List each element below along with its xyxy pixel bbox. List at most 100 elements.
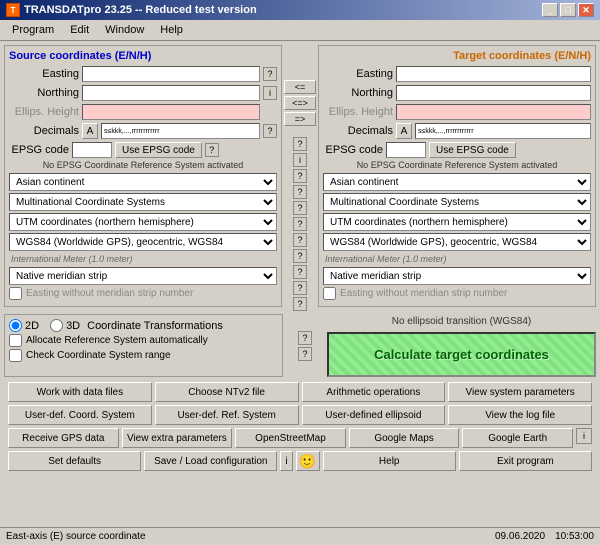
target-epsg-input[interactable]: [386, 142, 426, 158]
decimals-label: Decimals: [9, 125, 79, 137]
target-datum-dropdown[interactable]: WGS84 (Worldwide GPS), geocentric, WGS84: [323, 233, 591, 251]
view-extra-params-btn[interactable]: View extra parameters: [122, 428, 233, 448]
target-height-input[interactable]: [396, 104, 591, 120]
easting-help-btn[interactable]: ?: [263, 67, 277, 81]
menu-program[interactable]: Program: [4, 22, 62, 38]
source-use-epsg-btn[interactable]: Use EPSG code: [115, 142, 202, 158]
calculate-label: Calculate target coordinates: [374, 347, 549, 362]
save-load-config-btn[interactable]: Save / Load configuration: [144, 451, 277, 471]
bottom-info-btn[interactable]: i: [280, 451, 292, 471]
source-utm-dropdown[interactable]: UTM coordinates (northern hemisphere): [9, 213, 277, 231]
epsg-label-tgt: EPSG code: [323, 144, 383, 156]
target-panel-title: Target coordinates (E/N/H): [323, 50, 591, 62]
title-text: TRANSDATpro 23.25 -- Reduced test versio…: [24, 4, 257, 16]
target-easting-checkbox[interactable]: [323, 287, 336, 300]
target-panel: Target coordinates (E/N/H) Easting North…: [318, 45, 596, 307]
opt-q-btn2[interactable]: ?: [298, 347, 312, 361]
target-northing-input[interactable]: [396, 85, 591, 101]
mid-q-btn9[interactable]: ?: [293, 281, 307, 295]
decimals-a-btn[interactable]: A: [82, 123, 98, 139]
source-datum-dropdown[interactable]: WGS84 (Worldwide GPS), geocentric, WGS84: [9, 233, 277, 251]
check-range-label: Check Coordinate System range: [26, 350, 171, 361]
target-meridian-dropdown[interactable]: Native meridian strip: [323, 267, 591, 285]
source-easting-checkbox[interactable]: [9, 287, 22, 300]
radio-2d[interactable]: [9, 319, 22, 332]
epsg-src-help-btn[interactable]: ?: [205, 143, 219, 157]
menu-edit[interactable]: Edit: [62, 22, 97, 38]
mid-q-btn6[interactable]: ?: [293, 233, 307, 247]
minimize-button[interactable]: _: [542, 3, 558, 17]
radio-3d-label: 3D: [66, 320, 80, 332]
source-height-input[interactable]: [82, 104, 260, 120]
nav-left-btn[interactable]: <=: [284, 80, 316, 94]
source-region-dropdown[interactable]: Asian continent: [9, 173, 277, 191]
source-easting-input[interactable]: [82, 66, 260, 82]
nav-right-btn[interactable]: =>: [284, 112, 316, 126]
allocate-checkbox[interactable]: [9, 334, 22, 347]
decimals-help-btn[interactable]: ?: [263, 124, 277, 138]
source-northing-input[interactable]: [82, 85, 260, 101]
close-button[interactable]: ✕: [578, 3, 594, 17]
source-meridian-dropdown[interactable]: Native meridian strip: [9, 267, 277, 285]
check-range-checkbox[interactable]: [9, 349, 22, 362]
user-ref-sys-btn[interactable]: User-def. Ref. System: [155, 405, 299, 425]
user-ellipsoid-btn[interactable]: User-defined ellipsoid: [302, 405, 446, 425]
menu-help[interactable]: Help: [152, 22, 191, 38]
epsg-label-src: EPSG code: [9, 144, 69, 156]
openstreetmap-btn[interactable]: OpenStreetMap: [235, 428, 346, 448]
radio-3d[interactable]: [50, 319, 63, 332]
target-easting-input[interactable]: [396, 66, 591, 82]
mid-q-btn3[interactable]: ?: [293, 185, 307, 199]
target-ellips-height-label: Ellips. Height: [323, 106, 393, 118]
source-coord-system-dropdown[interactable]: Multinational Coordinate Systems: [9, 193, 277, 211]
help-btn[interactable]: Help: [323, 451, 456, 471]
allocate-label: Allocate Reference System automatically: [26, 335, 208, 346]
source-panel-title: Source coordinates (E/N/H): [9, 50, 277, 62]
target-region-dropdown[interactable]: Asian continent: [323, 173, 591, 191]
target-easting-label: Easting: [323, 68, 393, 80]
view-sys-params-btn[interactable]: View system parameters: [448, 382, 592, 402]
exit-btn[interactable]: Exit program: [459, 451, 592, 471]
mid-q-btn5[interactable]: ?: [293, 217, 307, 231]
target-decimals-label: Decimals: [323, 125, 393, 137]
status-bar: East-axis (E) source coordinate 09.06.20…: [0, 527, 600, 545]
mid-q-btn1[interactable]: ?: [293, 137, 307, 151]
menu-window[interactable]: Window: [97, 22, 152, 38]
target-decimals-a-btn[interactable]: A: [396, 123, 412, 139]
arithmetic-ops-btn[interactable]: Arithmetic operations: [302, 382, 446, 402]
mid-q-btn4[interactable]: ?: [293, 201, 307, 215]
northing-help-btn[interactable]: i: [263, 86, 277, 100]
target-coord-system-dropdown[interactable]: Multinational Coordinate Systems: [323, 193, 591, 211]
smiley-btn[interactable]: 🙂: [296, 451, 320, 471]
radio-label: Coordinate Transformations: [87, 320, 223, 332]
maximize-button[interactable]: □: [560, 3, 576, 17]
ellips-height-label: Ellips. Height: [9, 106, 79, 118]
no-ellipsoid-text: No ellipsoid transition (WGS84): [327, 314, 596, 329]
mid-q-btn8[interactable]: ?: [293, 265, 307, 279]
target-use-epsg-btn[interactable]: Use EPSG code: [429, 142, 516, 158]
mid-q-btn10[interactable]: ?: [293, 297, 307, 311]
google-maps-btn[interactable]: Google Maps: [349, 428, 460, 448]
menu-bar: Program Edit Window Help: [0, 20, 600, 41]
work-data-files-btn[interactable]: Work with data files: [8, 382, 152, 402]
user-coord-sys-btn[interactable]: User-def. Coord. System: [8, 405, 152, 425]
mid-i-btn[interactable]: i: [293, 153, 307, 167]
geo-info-btn[interactable]: i: [576, 428, 592, 444]
set-defaults-btn[interactable]: Set defaults: [8, 451, 141, 471]
opt-q-btn1[interactable]: ?: [298, 331, 312, 345]
target-northing-label: Northing: [323, 87, 393, 99]
source-epsg-input[interactable]: [72, 142, 112, 158]
google-earth-btn[interactable]: Google Earth: [462, 428, 573, 448]
view-log-btn[interactable]: View the log file: [448, 405, 592, 425]
mid-q-btn7[interactable]: ?: [293, 249, 307, 263]
decimals-display: s≤kkk,...,rrrrrrrrrrrr: [101, 123, 260, 139]
target-epsg-status: No EPSG Coordinate Reference System acti…: [323, 160, 591, 170]
target-utm-dropdown[interactable]: UTM coordinates (northern hemisphere): [323, 213, 591, 231]
status-text: East-axis (E) source coordinate: [6, 531, 146, 542]
receive-gps-btn[interactable]: Receive GPS data: [8, 428, 119, 448]
mid-q-btn2[interactable]: ?: [293, 169, 307, 183]
target-decimals-display: s≤kkk,...,rrrrrrrrrrrr: [415, 123, 591, 139]
choose-ntv2-btn[interactable]: Choose NTv2 file: [155, 382, 299, 402]
calculate-button[interactable]: Calculate target coordinates: [327, 332, 596, 377]
nav-both-btn[interactable]: <=>: [284, 96, 316, 110]
